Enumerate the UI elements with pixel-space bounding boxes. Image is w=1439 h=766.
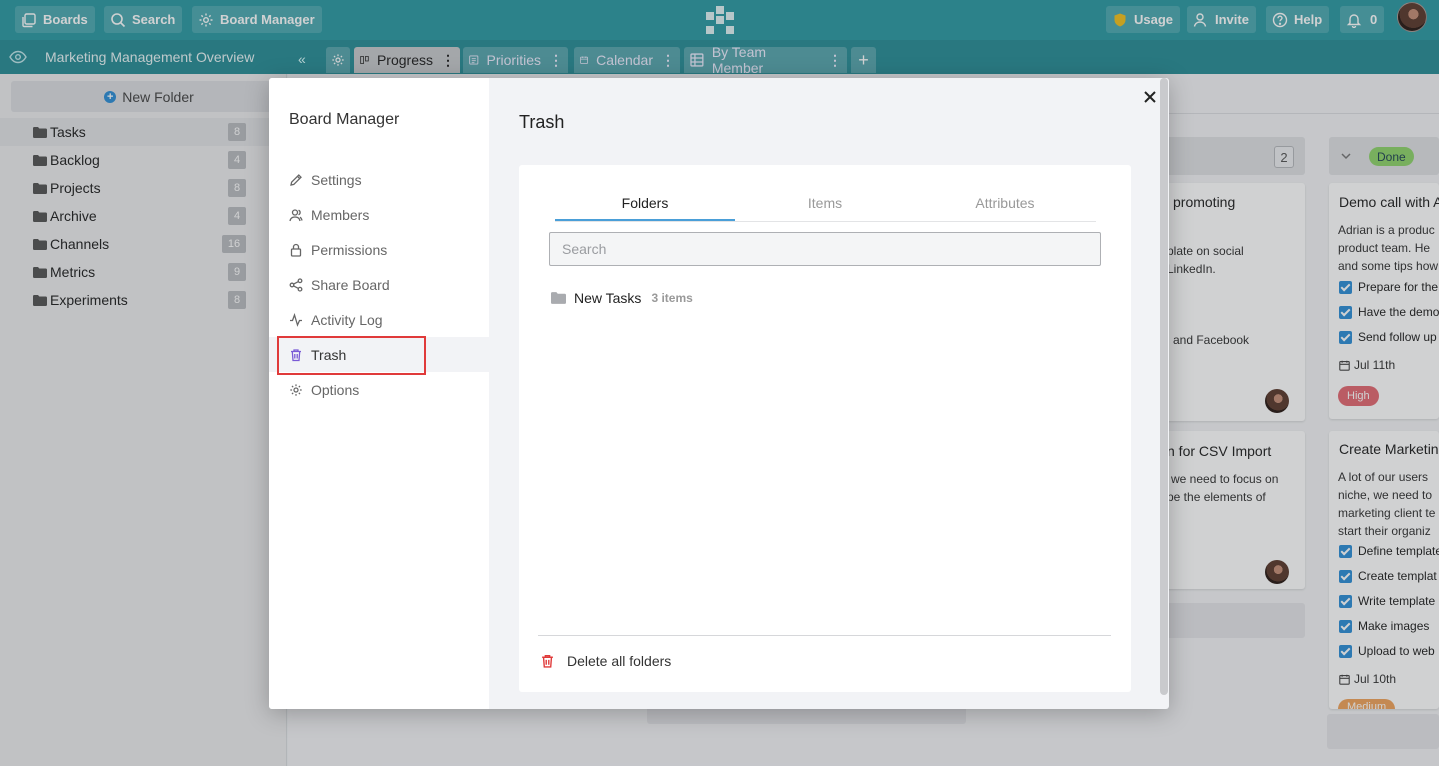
nav-item-share-board[interactable]: Share Board bbox=[269, 267, 489, 302]
tabs-divider bbox=[555, 221, 1096, 222]
pencil-icon bbox=[290, 173, 302, 186]
trash-folder-count: 3 items bbox=[651, 291, 693, 305]
nav-label: Permissions bbox=[311, 241, 388, 258]
lock-icon bbox=[290, 243, 302, 257]
nav-label: Share Board bbox=[311, 276, 390, 293]
delete-all-folders-button[interactable]: Delete all folders bbox=[540, 653, 671, 669]
members-icon bbox=[289, 208, 303, 221]
pane-title: Trash bbox=[519, 112, 565, 132]
trash-folder-name: New Tasks bbox=[574, 290, 642, 306]
delete-all-label: Delete all folders bbox=[567, 653, 672, 669]
tab-attributes[interactable]: Attributes bbox=[915, 195, 1095, 221]
nav-item-settings[interactable]: Settings bbox=[269, 162, 489, 197]
modal-nav: Board Manager Settings Members Permissio… bbox=[269, 78, 489, 709]
trash-highlight bbox=[277, 336, 426, 375]
nav-label: Activity Log bbox=[311, 311, 383, 328]
activity-icon bbox=[290, 312, 302, 327]
close-icon[interactable] bbox=[1142, 89, 1158, 105]
nav-label: Options bbox=[311, 381, 360, 398]
nav-item-activity-log[interactable]: Activity Log bbox=[269, 302, 489, 337]
modal-scrollbar[interactable] bbox=[1160, 78, 1168, 695]
nav-item-options[interactable]: Options bbox=[269, 372, 489, 407]
share-icon bbox=[289, 277, 303, 292]
folder-icon bbox=[551, 292, 566, 304]
gear-icon bbox=[290, 383, 302, 396]
tab-folders[interactable]: Folders bbox=[555, 195, 735, 221]
trash-search-input[interactable] bbox=[549, 232, 1101, 266]
nav-label: Members bbox=[311, 206, 370, 223]
trash-folder-entry[interactable]: New Tasks 3 items bbox=[551, 290, 693, 306]
nav-item-members[interactable]: Members bbox=[269, 197, 489, 232]
nav-label: Settings bbox=[311, 171, 362, 188]
nav-item-permissions[interactable]: Permissions bbox=[269, 232, 489, 267]
pane-divider bbox=[538, 635, 1111, 636]
modal-nav-title: Board Manager bbox=[289, 111, 400, 128]
trash-icon bbox=[542, 654, 553, 668]
tab-items[interactable]: Items bbox=[735, 195, 915, 221]
